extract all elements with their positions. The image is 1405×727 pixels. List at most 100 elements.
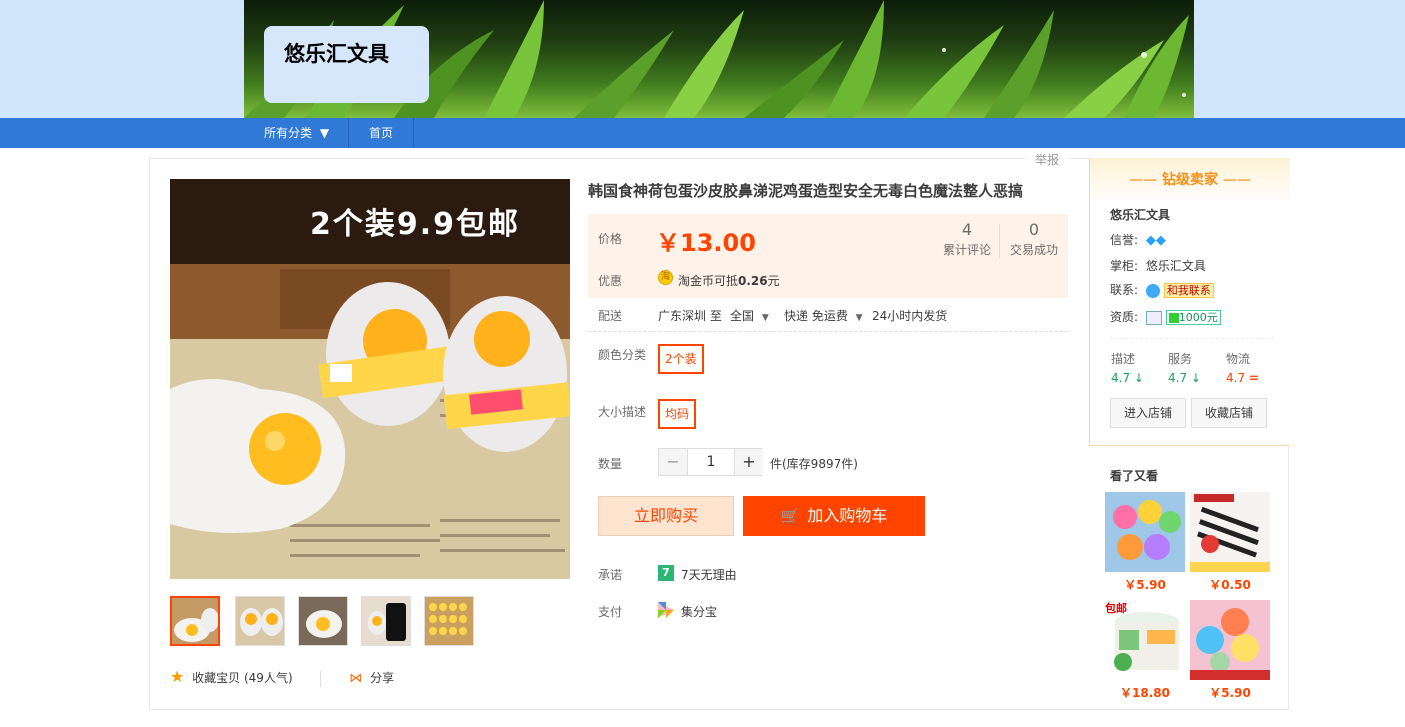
promise-label: 承诺	[598, 568, 623, 582]
also-viewed-item-3[interactable]: 包邮	[1105, 600, 1185, 680]
rating-service: 服务 4.7 ↓	[1168, 350, 1218, 385]
share-link[interactable]: 分享	[370, 671, 394, 685]
size-label: 大小描述	[598, 405, 647, 419]
also-viewed-price-2[interactable]: ￥0.50	[1190, 576, 1270, 593]
ship-time: 24小时内发货	[872, 309, 948, 323]
color-option[interactable]: 2个装	[658, 344, 704, 374]
ship-to-select[interactable]: 全国 ▼	[730, 307, 769, 324]
cart-icon: 🛒	[780, 507, 800, 525]
quantity-stepper: − 1 +	[658, 448, 763, 476]
product-main-image[interactable]: 2个装9.9包邮	[170, 179, 570, 579]
seven-days-icon: 7	[658, 565, 674, 581]
favorite-item-link[interactable]: 收藏宝贝 (49人气)	[192, 671, 292, 685]
reviews-stat[interactable]: 4 累计评论	[934, 220, 1000, 258]
credit-row: 信誉: ◆◆	[1110, 231, 1166, 248]
nav-home[interactable]: 首页	[369, 118, 393, 148]
price-label: 价格	[598, 232, 623, 246]
also-viewed-price-3[interactable]: ￥18.80	[1105, 684, 1185, 701]
triangle-down-icon: ▼	[319, 126, 330, 140]
share-icon[interactable]: ⋈	[349, 671, 362, 686]
promo-unit: 元	[767, 274, 780, 288]
id-card-icon[interactable]	[1145, 310, 1162, 325]
pay-text[interactable]: 集分宝	[681, 603, 717, 620]
color-label: 颜色分类	[598, 348, 647, 362]
rating-description: 描述 4.7 ↓	[1111, 350, 1161, 385]
coin-icon: 淘	[658, 270, 673, 285]
pay-label: 支付	[598, 605, 623, 619]
seller-heading: —— 钻级卖家 ——	[1090, 158, 1290, 204]
thumbnail-2[interactable]	[235, 596, 285, 646]
rating-value: 4.7 ↓	[1168, 371, 1201, 385]
seller-name[interactable]: 悠乐汇文具	[1110, 206, 1170, 223]
also-viewed-item-1[interactable]	[1105, 492, 1185, 572]
deposit-badge[interactable]: 1000元	[1165, 310, 1221, 325]
promo-value: 0.26	[738, 274, 768, 288]
also-viewed-price-4[interactable]: ￥5.90	[1190, 684, 1270, 701]
rating-value: 4.7 =	[1226, 371, 1259, 385]
rating-label: 物流	[1226, 352, 1251, 366]
caret-down-icon: ▼	[761, 313, 769, 323]
keeper-name[interactable]: 悠乐汇文具	[1146, 259, 1206, 273]
price-panel: 价格 ￥13.00 4 累计评论 0 交易成功 优惠 淘 淘金币可抵0.26元	[588, 214, 1068, 298]
divider	[1110, 338, 1274, 339]
promo-desc: 淘金币可抵	[678, 274, 739, 288]
quantity-label: 数量	[598, 457, 623, 471]
free-shipping-tag: 包邮	[1105, 602, 1127, 615]
ship-method-select[interactable]: 快递 免运费 ▼	[784, 307, 863, 324]
plus-button[interactable]: +	[735, 449, 763, 475]
credit-label: 信誉:	[1110, 233, 1139, 247]
qualification-label: 资质:	[1110, 310, 1139, 324]
thumbnail-1[interactable]	[170, 596, 220, 646]
star-icon[interactable]: ★	[170, 667, 184, 686]
seller-level-label: 钻级卖家	[1162, 172, 1218, 188]
size-option[interactable]: 均码	[658, 399, 697, 429]
caret-down-icon: ▼	[855, 313, 863, 323]
thumbnail-4[interactable]	[361, 596, 411, 646]
add-to-cart-label: 加入购物车	[807, 506, 888, 525]
buy-now-button[interactable]: 立即购买	[598, 496, 734, 536]
keeper-label: 掌柜:	[1110, 259, 1139, 273]
equal-icon: =	[1248, 371, 1259, 385]
divider	[320, 670, 322, 687]
nav-divider	[413, 118, 414, 148]
stock-text: 件(库存9897件)	[770, 457, 858, 471]
thumbnail-3[interactable]	[298, 596, 348, 646]
also-viewed-item-2[interactable]	[1190, 492, 1270, 572]
promo-label: 优惠	[598, 274, 623, 288]
also-viewed-item-4[interactable]	[1190, 600, 1270, 680]
shop-logo[interactable]: 悠乐汇文具	[264, 26, 429, 103]
favorite-shop-button[interactable]: 收藏店铺	[1191, 398, 1267, 428]
price-value: ￥13.00	[656, 229, 756, 257]
enter-shop-button[interactable]: 进入店铺	[1110, 398, 1186, 428]
diamond-icon: ◆◆	[1145, 233, 1166, 248]
promo-text: 淘金币可抵0.26元	[678, 272, 780, 289]
divider	[588, 331, 1068, 332]
also-viewed-price-1[interactable]: ￥5.90	[1105, 576, 1185, 593]
nav-all-categories[interactable]: 所有分类 ▼	[264, 118, 329, 148]
stat-divider	[999, 224, 1000, 258]
report-link[interactable]: 举报	[1025, 151, 1069, 168]
add-to-cart-button[interactable]: 🛒 加入购物车	[743, 496, 925, 536]
product-title: 韩国食神荷包蛋沙皮胶鼻涕泥鸡蛋造型安全无毒白色魔法整人恶搞	[588, 182, 1024, 200]
also-viewed-heading: 看了又看	[1110, 469, 1159, 483]
arrow-down-icon: ↓	[1190, 371, 1201, 385]
keeper-row: 掌柜: 悠乐汇文具	[1110, 257, 1206, 274]
nav-all-categories-label: 所有分类	[264, 126, 313, 140]
shop-name: 悠乐汇文具	[284, 42, 389, 66]
shipping-label: 配送	[598, 309, 623, 323]
ship-from: 广东深圳 至	[658, 309, 722, 323]
deposit-amount: 1000元	[1178, 311, 1218, 324]
rating-label: 服务	[1168, 352, 1193, 366]
deals-count: 0	[1028, 220, 1040, 239]
thumbnail-5[interactable]	[424, 596, 474, 646]
nav-divider	[348, 118, 349, 148]
jifenbao-icon	[658, 602, 674, 621]
rating-value: 4.7 ↓	[1111, 371, 1144, 385]
minus-button[interactable]: −	[659, 449, 687, 475]
favorite-row: ★ 收藏宝贝 (49人气) ⋈ 分享	[170, 667, 394, 687]
contact-button[interactable]: 和我联系	[1163, 283, 1214, 298]
promise-text[interactable]: 7天无理由	[681, 566, 737, 583]
wangwang-icon	[1145, 283, 1160, 298]
quantity-input[interactable]: 1	[687, 449, 735, 475]
arrow-down-icon: ↓	[1133, 371, 1144, 385]
